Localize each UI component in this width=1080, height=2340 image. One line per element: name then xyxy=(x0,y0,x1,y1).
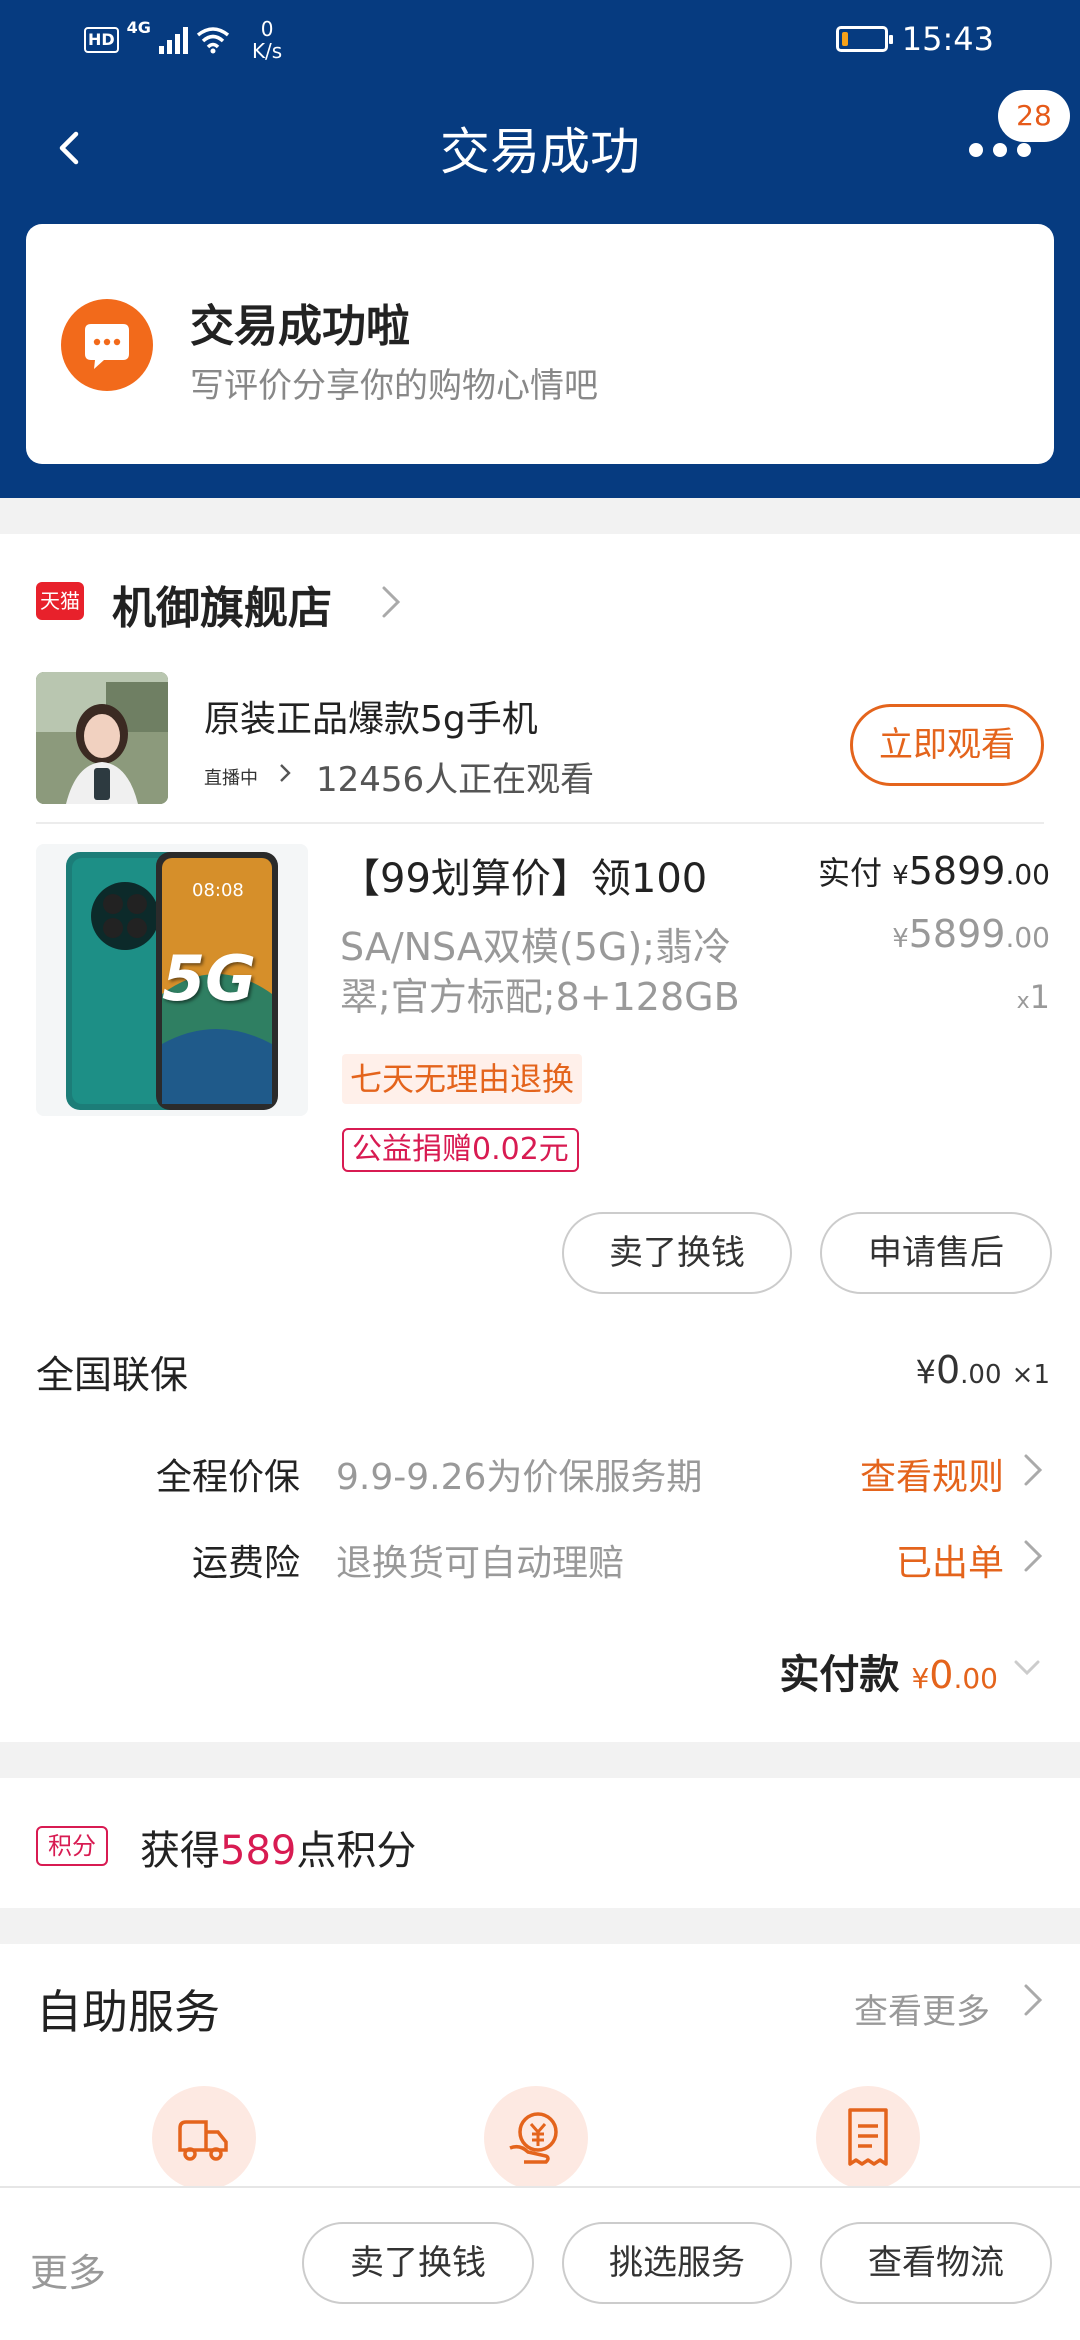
orig-int: 5899 xyxy=(908,912,1006,956)
original-price: ¥5899.00 xyxy=(892,912,1050,956)
points-prefix: 获得 xyxy=(140,1828,220,1874)
quantity-value: 1 xyxy=(1029,978,1050,1016)
tmall-badge: 天猫 xyxy=(36,582,84,620)
sell-for-cash-button[interactable]: 卖了换钱 xyxy=(562,1212,792,1294)
view-logistics-button[interactable]: 查看物流 xyxy=(820,2222,1052,2304)
quantity-x: x xyxy=(1016,989,1030,1014)
net-speed: 0 K/s xyxy=(252,18,282,62)
live-title[interactable]: 原装正品爆款5g手机 xyxy=(204,690,538,742)
currency-symbol: ¥ xyxy=(915,1353,936,1391)
success-title: 交易成功啦 xyxy=(190,301,410,352)
price-protect-desc: 9.9-9.26为价保服务期 xyxy=(336,1457,703,1498)
product-image-label: 5G xyxy=(162,942,257,1015)
status-bar: HD 4G 0 K/s 15:43 xyxy=(0,0,1080,82)
quantity: x1 xyxy=(1017,978,1050,1016)
live-viewers: 12456人正在观看 xyxy=(316,760,595,800)
chevron-right-icon[interactable] xyxy=(378,584,404,620)
page-title: 交易成功 xyxy=(440,123,640,181)
product-screen-time: 08:08 xyxy=(192,880,244,901)
points-amount: 589 xyxy=(220,1828,297,1874)
battery-icon xyxy=(835,26,893,52)
bottom-action-bar: 更多 卖了换钱 挑选服务 查看物流 xyxy=(0,2186,1080,2340)
warranty-price-dec: .00 xyxy=(960,1360,1002,1390)
orig-dec: .00 xyxy=(1005,921,1050,954)
chevron-right-icon xyxy=(280,764,291,782)
total-int: 0 xyxy=(929,1653,954,1697)
header: HD 4G 0 K/s 15:43 交易成功 28 交易成功啦 写评价分享你的购… xyxy=(0,0,1080,498)
more-link[interactable]: 更多 xyxy=(30,2242,106,2297)
paid-dec: .00 xyxy=(1005,858,1050,891)
total-paid[interactable]: 实付款 ¥0.00 xyxy=(779,1642,998,1700)
points-text: 获得589点积分 xyxy=(140,1818,416,1876)
warranty-price: ¥0.00 ×1 xyxy=(916,1348,1050,1392)
charity-tag: 公益捐赠0.02元 xyxy=(342,1128,579,1172)
product-title[interactable]: 【99划算价】领100 xyxy=(340,846,707,904)
refund-yen-icon[interactable] xyxy=(484,2086,588,2190)
warranty-qty: ×1 xyxy=(1011,1360,1050,1390)
delivery-truck-icon[interactable] xyxy=(152,2086,256,2190)
view-rules-link[interactable]: 查看规则 xyxy=(860,1448,1004,1500)
total-dec: .00 xyxy=(953,1662,998,1695)
currency-symbol: ¥ xyxy=(911,1662,930,1695)
message-count-badge[interactable]: 28 xyxy=(998,90,1070,142)
currency-symbol: ¥ xyxy=(892,861,909,891)
product-image[interactable]: 08:08 5G xyxy=(36,844,308,1116)
paid-label: 实付 xyxy=(818,854,883,892)
hd-indicator: HD xyxy=(84,27,119,53)
chevron-down-icon[interactable] xyxy=(1012,1658,1042,1678)
price-protect-label: 全程价保 xyxy=(155,1457,300,1498)
live-thumbnail[interactable] xyxy=(36,672,168,804)
shipping-insurance-label: 运费险 xyxy=(191,1543,300,1584)
warranty-price-int: 0 xyxy=(935,1348,961,1392)
receipt-icon[interactable] xyxy=(816,2086,920,2190)
divider xyxy=(36,822,1044,824)
chevron-right-icon[interactable] xyxy=(1022,1538,1044,1574)
points-badge: 积分 xyxy=(36,1826,108,1866)
chevron-right-icon[interactable] xyxy=(1022,1452,1044,1488)
product-spec: SA/NSA双模(5G);翡冷翠;官方标配;8+128GB xyxy=(340,925,740,1019)
paid-price: 实付 ¥5899.00 xyxy=(818,848,1050,894)
network-type: 4G xyxy=(126,18,151,37)
signal-icon xyxy=(158,26,188,54)
store-name[interactable]: 机御旗舰店 xyxy=(112,572,332,636)
live-status-tag: 直播中 xyxy=(204,768,258,789)
currency-symbol: ¥ xyxy=(892,924,909,954)
watch-now-button[interactable]: 立即观看 xyxy=(850,704,1044,786)
view-more-link[interactable]: 查看更多 xyxy=(854,1984,990,2033)
points-card: 积分 获得589点积分 xyxy=(0,1778,1080,1908)
sell-for-cash-button[interactable]: 卖了换钱 xyxy=(302,2222,534,2304)
points-suffix: 点积分 xyxy=(296,1828,417,1874)
clock: 15:43 xyxy=(901,20,994,58)
shipping-insurance-desc: 退换货可自动理赔 xyxy=(336,1543,625,1584)
self-service-title: 自助服务 xyxy=(36,1985,220,2039)
wifi-icon xyxy=(196,27,230,54)
net-speed-value: 0 xyxy=(260,17,274,41)
return-policy-tag: 七天无理由退换 xyxy=(342,1054,583,1104)
warranty-label: 全国联保 xyxy=(36,1353,189,1397)
chevron-right-icon[interactable] xyxy=(1022,1982,1044,2018)
paid-int: 5899 xyxy=(908,849,1006,893)
choose-service-button[interactable]: 挑选服务 xyxy=(562,2222,792,2304)
insurance-issued-link[interactable]: 已出单 xyxy=(896,1534,1004,1586)
net-speed-unit: K/s xyxy=(251,39,283,63)
order-card: 天猫 机御旗舰店 原装正品爆款5g手机 直播中 12456人正在观看 立即观看 xyxy=(0,534,1080,1742)
success-banner: 交易成功啦 写评价分享你的购物心情吧 xyxy=(26,224,1054,464)
total-label: 实付款 xyxy=(779,1652,900,1698)
chat-bubble-icon xyxy=(61,299,153,391)
after-sale-button[interactable]: 申请售后 xyxy=(820,1212,1052,1294)
success-subtitle[interactable]: 写评价分享你的购物心情吧 xyxy=(190,358,598,407)
